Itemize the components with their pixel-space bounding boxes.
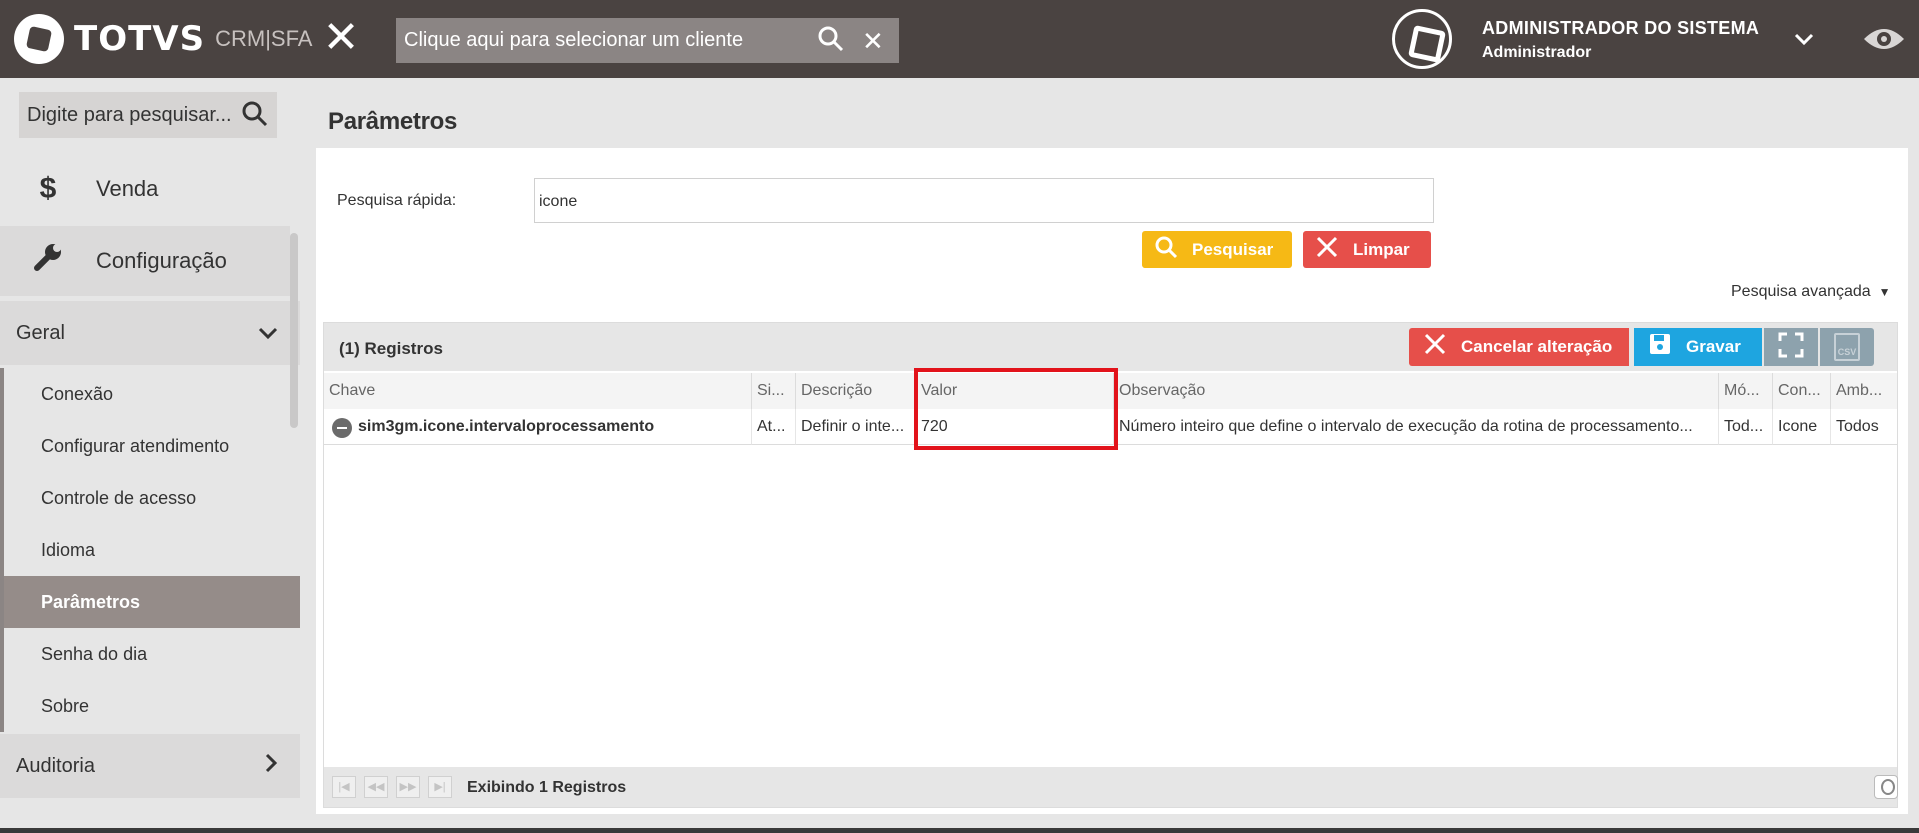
- column-header-descricao[interactable]: Descrição: [796, 373, 916, 409]
- cancel-changes-button[interactable]: Cancelar alteração: [1409, 328, 1629, 366]
- chevron-down-icon: [258, 320, 278, 346]
- first-page-button[interactable]: |◀: [332, 776, 356, 798]
- sidebar-group-geral[interactable]: Geral: [0, 301, 300, 365]
- search-button-label: Pesquisar: [1192, 239, 1274, 259]
- user-avatar[interactable]: [1392, 9, 1452, 69]
- sidebar-item-configuracao[interactable]: Configuração: [0, 226, 290, 296]
- csv-icon: CSV: [1834, 333, 1860, 361]
- cell-observacao[interactable]: Número inteiro que define o intervalo de…: [1114, 409, 1719, 445]
- quick-search-input[interactable]: icone: [534, 178, 1434, 223]
- totvs-logo[interactable]: TOTVS CRM|SFA: [14, 14, 312, 64]
- search-icon[interactable]: [816, 24, 846, 61]
- remove-row-icon[interactable]: [332, 418, 352, 438]
- sidebar-item-conexao[interactable]: Conexão: [4, 368, 300, 420]
- search-icon[interactable]: [241, 100, 269, 135]
- cell-modulo[interactable]: Tod...: [1719, 409, 1773, 445]
- page-title: Parâmetros: [328, 108, 458, 135]
- column-header-observacao[interactable]: Observação: [1114, 373, 1719, 409]
- cell-amb[interactable]: Todos: [1831, 409, 1897, 445]
- dollar-icon: $: [39, 172, 57, 205]
- sidebar-submenu-geral: Conexão Configurar atendimento Controle …: [0, 368, 300, 732]
- search-button[interactable]: Pesquisar: [1142, 231, 1292, 268]
- fullscreen-icon: [1778, 332, 1804, 363]
- brand-name: TOTVS: [74, 19, 206, 59]
- column-header-amb[interactable]: Amb...: [1831, 373, 1897, 409]
- quick-search-label: Pesquisa rápida:: [337, 192, 457, 209]
- group-label: Geral: [16, 321, 65, 344]
- sidebar-item-label: Venda: [96, 176, 159, 201]
- top-bar: TOTVS CRM|SFA ✕ Clique aqui para selecio…: [0, 0, 1919, 78]
- lightbulb-icon[interactable]: [1874, 775, 1898, 799]
- clear-button[interactable]: Limpar: [1303, 231, 1431, 268]
- wrench-icon: [0, 240, 96, 282]
- sidebar-scrollbar[interactable]: [290, 233, 298, 428]
- cancel-changes-label: Cancelar alteração: [1461, 337, 1613, 356]
- advanced-search-toggle[interactable]: Pesquisa avançada ▼: [1731, 283, 1891, 301]
- records-summary: Exibindo 1 Registros: [467, 779, 627, 796]
- close-icon: [1315, 235, 1339, 265]
- grid-footer: |◀ ◀◀ ▶▶ ▶| Exibindo 1 Registros: [324, 767, 1898, 807]
- client-search-field[interactable]: Clique aqui para selecionar um cliente ✕: [396, 18, 899, 63]
- eye-icon[interactable]: [1862, 24, 1906, 54]
- fullscreen-button[interactable]: [1764, 328, 1818, 366]
- export-csv-button[interactable]: CSV: [1820, 328, 1874, 366]
- close-icon: [1423, 332, 1447, 363]
- clear-client-icon[interactable]: ✕: [862, 26, 884, 57]
- next-page-button[interactable]: ▶▶: [396, 776, 420, 798]
- sidebar: Digite para pesquisar... $ Venda Configu…: [0, 78, 300, 833]
- save-button[interactable]: Gravar: [1634, 328, 1762, 366]
- bottom-strip: [0, 828, 1919, 833]
- sidebar-item-configurar-atendimento[interactable]: Configurar atendimento: [4, 420, 300, 472]
- floppy-disk-icon: [1648, 332, 1672, 363]
- save-button-label: Gravar: [1686, 337, 1741, 356]
- grid-toolbar: (1) Registros Cancelar alteração Gravar …: [324, 323, 1897, 371]
- column-header-modulo[interactable]: Mó...: [1719, 373, 1773, 409]
- user-name: ADMINISTRADOR DO SISTEMA: [1482, 18, 1760, 38]
- sidebar-item-parametros[interactable]: Parâmetros: [4, 576, 300, 628]
- prev-page-button[interactable]: ◀◀: [364, 776, 388, 798]
- search-icon: [1154, 235, 1178, 265]
- cell-si[interactable]: At...: [752, 409, 796, 445]
- advanced-search-label: Pesquisa avançada: [1731, 283, 1871, 300]
- last-page-button[interactable]: ▶|: [428, 776, 452, 798]
- client-search-placeholder: Clique aqui para selecionar um cliente: [404, 29, 744, 51]
- sidebar-item-idioma[interactable]: Idioma: [4, 524, 300, 576]
- product-name: CRM|SFA: [215, 26, 313, 51]
- chevron-down-icon[interactable]: [1794, 26, 1814, 52]
- sidebar-item-senha-do-dia[interactable]: Senha do dia: [4, 628, 300, 680]
- cell-chave[interactable]: sim3gm.icone.intervaloprocessamento: [324, 409, 752, 445]
- close-icon[interactable]: ✕: [322, 16, 360, 60]
- sidebar-item-sobre[interactable]: Sobre: [4, 680, 300, 732]
- caret-down-icon: ▼: [1878, 285, 1891, 299]
- sidebar-item-label: Configuração: [96, 248, 227, 273]
- sidebar-item-controle-de-acesso[interactable]: Controle de acesso: [4, 472, 300, 524]
- column-header-si[interactable]: Si...: [752, 373, 796, 409]
- sidebar-item-venda[interactable]: $ Venda: [0, 154, 290, 224]
- user-role: Administrador: [1482, 44, 1592, 61]
- chevron-right-icon: [264, 753, 278, 779]
- cell-descricao[interactable]: Definir o inte...: [796, 409, 916, 445]
- column-header-chave[interactable]: Chave: [324, 373, 752, 409]
- record-count: (1) Registros: [339, 339, 443, 358]
- column-header-con[interactable]: Con...: [1773, 373, 1831, 409]
- cell-chave-text: sim3gm.icone.intervaloprocessamento: [358, 418, 655, 435]
- group-label: Auditoria: [16, 754, 95, 777]
- sidebar-search-placeholder: Digite para pesquisar...: [27, 104, 232, 126]
- sidebar-group-auditoria[interactable]: Auditoria: [0, 734, 300, 798]
- sidebar-search-input[interactable]: Digite para pesquisar...: [19, 92, 277, 138]
- totvs-logo-icon: [14, 14, 64, 64]
- clear-button-label: Limpar: [1353, 239, 1410, 259]
- cell-con[interactable]: Icone: [1773, 409, 1831, 445]
- valor-highlight-box: [914, 368, 1118, 450]
